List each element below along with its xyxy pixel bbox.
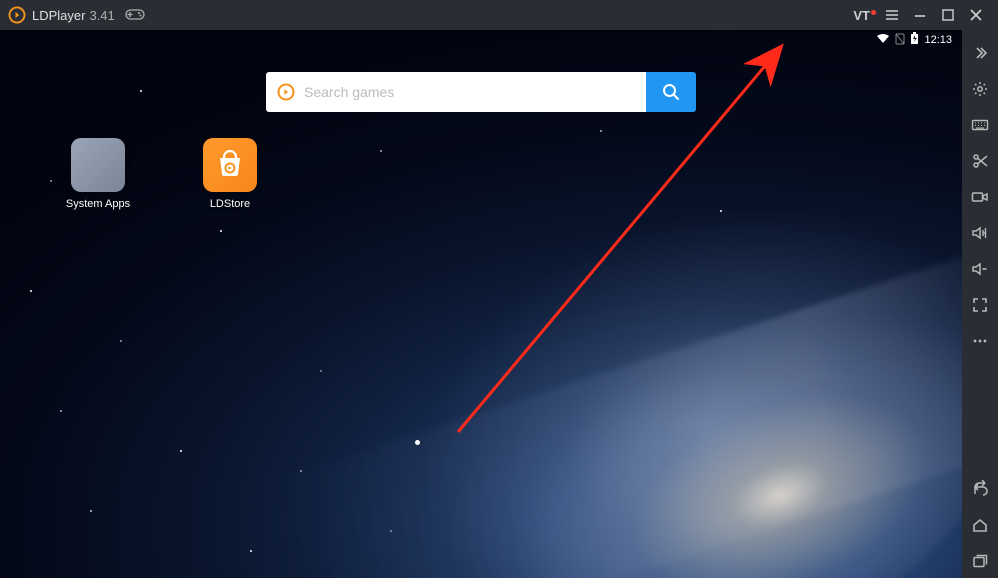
- status-time: 12:13: [924, 34, 952, 46]
- app-label: System Apps: [66, 198, 130, 210]
- controller-icon[interactable]: [125, 7, 145, 24]
- hamburger-menu-button[interactable]: [878, 1, 906, 29]
- vt-alert-dot: [871, 10, 876, 15]
- wifi-icon: [876, 33, 890, 47]
- close-button[interactable]: [962, 1, 990, 29]
- minimize-button[interactable]: [906, 1, 934, 29]
- no-sim-icon: [895, 33, 905, 48]
- search-button[interactable]: [646, 72, 696, 112]
- app-label: LDStore: [210, 198, 250, 210]
- record-button[interactable]: [964, 180, 996, 214]
- volume-down-button[interactable]: [964, 252, 996, 286]
- recent-apps-button[interactable]: [964, 544, 996, 578]
- keyboard-button[interactable]: [964, 108, 996, 142]
- settings-button[interactable]: [964, 72, 996, 106]
- back-button[interactable]: [964, 472, 996, 506]
- search-container: [266, 72, 696, 112]
- maximize-button[interactable]: [934, 1, 962, 29]
- titlebar: LDPlayer 3.41 VT: [0, 0, 998, 30]
- ldstore-icon: [203, 138, 257, 192]
- volume-up-button[interactable]: [964, 216, 996, 250]
- home-button[interactable]: [964, 508, 996, 542]
- android-status-bar: 12:13: [0, 30, 962, 50]
- vt-indicator[interactable]: VT: [845, 8, 878, 23]
- ldplayer-search-logo-icon: [276, 82, 296, 102]
- scissors-button[interactable]: [964, 144, 996, 178]
- main-container: 12:13 System Apps: [0, 30, 998, 578]
- ldplayer-logo-icon: [8, 6, 26, 24]
- system-apps-folder-icon: [71, 138, 125, 192]
- vt-label: VT: [853, 8, 870, 23]
- search-input[interactable]: [304, 84, 636, 100]
- battery-charging-icon: [910, 32, 919, 48]
- app-title: LDPlayer: [32, 8, 85, 23]
- search-box[interactable]: [266, 72, 646, 112]
- more-button[interactable]: [964, 324, 996, 358]
- fullscreen-button[interactable]: [964, 288, 996, 322]
- app-version: 3.41: [89, 8, 114, 23]
- app-system-apps[interactable]: System Apps: [62, 138, 134, 210]
- app-ldstore[interactable]: LDStore: [194, 138, 266, 210]
- wallpaper: [0, 30, 962, 578]
- right-sidebar: [962, 30, 998, 578]
- apps-grid: System Apps LDStore: [62, 138, 266, 210]
- collapse-sidebar-button[interactable]: [964, 36, 996, 70]
- content-area: 12:13 System Apps: [0, 30, 962, 578]
